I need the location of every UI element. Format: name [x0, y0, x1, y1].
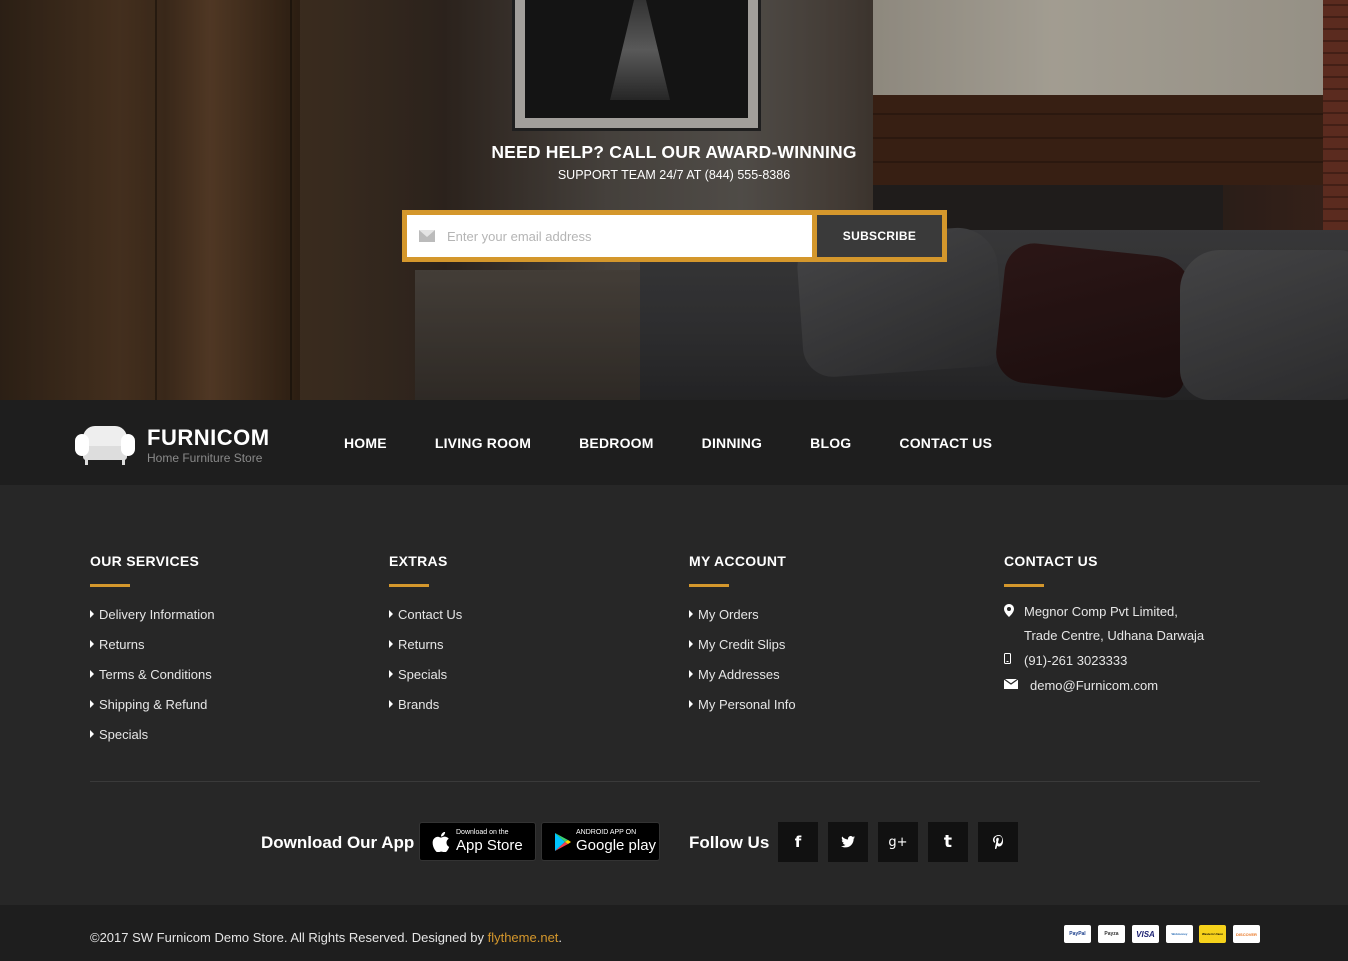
caret-right-icon — [90, 730, 94, 738]
copyright: ©2017 SW Furnicom Demo Store. All Rights… — [90, 930, 563, 945]
footer-divider — [90, 781, 1260, 782]
hero-banner: NEED HELP? CALL OUR AWARD-WINNING SUPPOR… — [0, 0, 1348, 400]
google-play-icon — [554, 832, 572, 852]
newsletter-form: SUBSCRIBE — [402, 210, 947, 262]
hero-overlay — [0, 0, 1348, 400]
footer-link[interactable]: Terms & Conditions — [90, 667, 215, 697]
follow-us-label: Follow Us — [689, 833, 770, 852]
webmoney-icon: Webmoney — [1166, 925, 1193, 943]
pinterest-icon[interactable] — [978, 822, 1018, 862]
title-underline — [1004, 584, 1044, 587]
armchair-icon — [75, 424, 135, 466]
footer-col-title: OUR SERVICES — [90, 553, 200, 569]
caret-right-icon — [90, 670, 94, 678]
footer-col-title: EXTRAS — [389, 553, 448, 569]
gplay-small-text: ANDROID APP ON — [576, 829, 637, 836]
footer-link[interactable]: Shipping & Refund — [90, 697, 215, 727]
email-input-wrap — [407, 215, 812, 257]
envelope-icon — [1003, 678, 1030, 693]
facebook-icon[interactable]: f — [778, 822, 818, 862]
appstore-big-text: App Store — [456, 837, 523, 854]
footer-link[interactable]: My Orders — [689, 607, 796, 637]
google-plus-icon[interactable]: g+ — [878, 822, 918, 862]
title-underline — [689, 584, 729, 587]
payza-icon: Payza — [1098, 925, 1125, 943]
contact-phone: (91)-261 3023333 — [1004, 653, 1204, 668]
footer-link[interactable]: Delivery Information — [90, 607, 215, 637]
logo[interactable]: FURNICOM Home Furniture Store — [75, 424, 270, 466]
help-subtitle: SUPPORT TEAM 24/7 AT (844) 555-8386 — [557, 168, 791, 182]
nav-dinning[interactable]: DINNING — [702, 435, 763, 451]
designer-link[interactable]: flytheme.net — [488, 930, 559, 945]
tumblr-icon[interactable]: t — [928, 822, 968, 862]
caret-right-icon — [389, 670, 393, 678]
logo-tagline: Home Furniture Store — [147, 450, 263, 465]
caret-right-icon — [90, 640, 94, 648]
nav-blog[interactable]: BLOG — [810, 435, 851, 451]
western-union-icon: Western Union — [1199, 925, 1226, 943]
nav-contact-us[interactable]: CONTACT US — [899, 435, 992, 451]
download-app-label: Download Our App — [261, 833, 415, 852]
footer-link[interactable]: Returns — [389, 637, 462, 667]
footer: OUR SERVICES Delivery Information Return… — [0, 485, 1348, 905]
gplay-big-text: Google play — [576, 837, 657, 854]
caret-right-icon — [689, 610, 693, 618]
appstore-small-text: Download on the — [456, 829, 509, 836]
contact-email: demo@Furnicom.com — [1003, 678, 1204, 693]
footer-link[interactable]: Specials — [389, 667, 462, 697]
mobile-icon — [1004, 653, 1024, 668]
footer-link[interactable]: My Personal Info — [689, 697, 796, 727]
subscribe-button[interactable]: SUBSCRIBE — [817, 215, 942, 257]
caret-right-icon — [389, 700, 393, 708]
footer-link[interactable]: Brands — [389, 697, 462, 727]
envelope-icon — [419, 230, 435, 242]
caret-right-icon — [389, 610, 393, 618]
google-play-button[interactable]: ANDROID APP ON Google play — [541, 822, 660, 861]
footer-col-account: MY ACCOUNT My Orders My Credit Slips My … — [689, 553, 796, 727]
footer-col-title: CONTACT US — [1004, 553, 1098, 569]
nav-living-room[interactable]: LIVING ROOM — [435, 435, 531, 451]
discover-icon: DISCOVER — [1233, 925, 1260, 943]
visa-icon: VISA — [1132, 925, 1159, 943]
footer-col-extras: EXTRAS Contact Us Returns Specials Brand… — [389, 553, 462, 727]
footer-link[interactable]: Specials — [90, 727, 215, 757]
paypal-icon: PayPal — [1064, 925, 1091, 943]
apple-icon — [432, 831, 450, 852]
footer-link[interactable]: Contact Us — [389, 607, 462, 637]
caret-right-icon — [689, 640, 693, 648]
title-underline — [389, 584, 429, 587]
footer-col-title: MY ACCOUNT — [689, 553, 787, 569]
nav-home[interactable]: HOME — [344, 435, 387, 451]
footer-link[interactable]: My Credit Slips — [689, 637, 796, 667]
bottom-bar: ©2017 SW Furnicom Demo Store. All Rights… — [0, 905, 1348, 961]
caret-right-icon — [90, 700, 94, 708]
help-title: NEED HELP? CALL OUR AWARD-WINNING — [491, 142, 857, 162]
footer-link[interactable]: Returns — [90, 637, 215, 667]
footer-link[interactable]: My Addresses — [689, 667, 796, 697]
caret-right-icon — [90, 610, 94, 618]
map-marker-icon — [1004, 604, 1024, 643]
logo-brand: FURNICOM — [147, 424, 270, 450]
title-underline — [90, 584, 130, 587]
caret-right-icon — [389, 640, 393, 648]
contact-address: Megnor Comp Pvt Limited, Trade Centre, U… — [1004, 604, 1204, 643]
caret-right-icon — [689, 670, 693, 678]
app-and-social-row: Download Our App Download on the App Sto… — [0, 822, 1348, 862]
footer-col-services: OUR SERVICES Delivery Information Return… — [90, 553, 215, 757]
footer-col-contact: CONTACT US Megnor Comp Pvt Limited, Trad… — [1003, 553, 1204, 693]
twitter-icon[interactable] — [828, 822, 868, 862]
nav-bedroom[interactable]: BEDROOM — [579, 435, 654, 451]
main-navbar: FURNICOM Home Furniture Store HOME LIVIN… — [0, 400, 1348, 485]
app-store-button[interactable]: Download on the App Store — [419, 822, 536, 861]
email-input[interactable] — [447, 228, 787, 244]
main-nav: HOME LIVING ROOM BEDROOM DINNING BLOG CO… — [344, 400, 1040, 485]
caret-right-icon — [689, 700, 693, 708]
